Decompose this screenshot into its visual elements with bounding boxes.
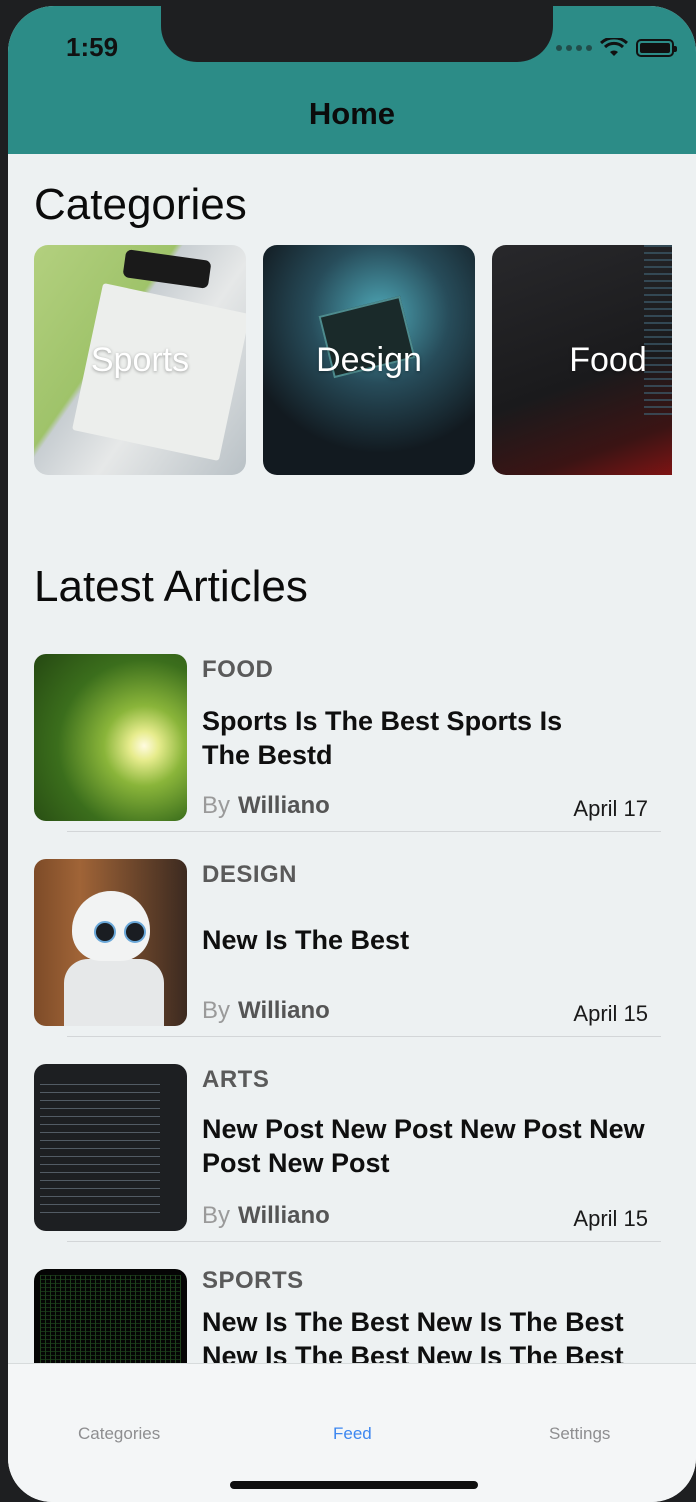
home-indicator [230,1481,478,1489]
article-date: April 17 [573,796,648,821]
category-label: Design [316,341,422,379]
article-row[interactable]: FOOD Sports Is The Best Sports Is The Be… [34,654,674,858]
latest-articles-heading: Latest Articles [34,562,308,611]
article-title-line: New Is The Best New Is The Best [202,1341,624,1363]
article-author[interactable]: Williano [238,1202,330,1229]
article-title-line: Post New Post [202,1148,390,1178]
article-row[interactable]: ARTS New Post New Post New Post New Post… [34,1064,674,1268]
article-author[interactable]: Williano [238,792,330,819]
robot-eye [94,921,116,943]
article-author[interactable]: Williano [238,997,330,1024]
article-category: DESIGN [202,861,298,888]
category-card-sports[interactable]: Sports [34,245,246,475]
category-label: Sports [90,341,190,379]
tab-categories[interactable]: Categories [78,1424,160,1444]
article-title: New Is The Best [202,923,672,957]
page-title: Home [308,96,396,131]
article-byline: By Williano [202,997,330,1025]
status-time: 1:59 [66,32,119,62]
divider [67,831,661,832]
article-title: New Post New Post New Post New Post New … [202,1112,672,1180]
article-title-line: Sports Is The Best Sports Is [202,706,563,736]
article-title-line: The Bestd [202,740,333,770]
sunglasses-image [122,249,212,289]
article-category: SPORTS [202,1267,304,1294]
articles-list[interactable]: FOOD Sports Is The Best Sports Is The Be… [34,654,674,1363]
article-thumbnail [34,1269,187,1363]
article-byline: By Williano [202,792,330,820]
battery-icon [636,39,677,57]
signal-icon [556,45,592,51]
laptop-code-image [644,245,672,415]
article-title-line: New Post New Post New Post New [202,1114,645,1144]
article-date: April 15 [573,1001,648,1026]
category-card-design[interactable]: Design [263,245,475,475]
article-date: April 15 [573,1206,648,1231]
tab-settings[interactable]: Settings [549,1424,610,1444]
status-icons [556,36,677,60]
robot-image [64,959,164,1026]
category-card-food[interactable]: Food [492,245,672,475]
divider [67,1241,661,1242]
by-label: By [202,792,231,819]
article-thumbnail [34,859,187,1026]
phone-screen: 1:59 Home Categories Sports Design Food [8,6,696,1502]
article-title-line: New Is The Best New Is The Best [202,1307,624,1337]
article-title-line: New Is The Best [202,925,410,955]
article-thumbnail [34,1064,187,1231]
article-row[interactable]: SPORTS New Is The Best New Is The Best N… [34,1267,674,1363]
article-byline: By Williano [202,1202,330,1230]
device-notch [161,6,553,62]
categories-carousel[interactable]: Sports Design Food [34,245,672,475]
by-label: By [202,1202,231,1229]
article-category: ARTS [202,1066,270,1093]
wifi-icon [600,38,628,56]
robot-eye [124,921,146,943]
by-label: By [202,997,231,1024]
article-row[interactable]: DESIGN New Is The Best By Williano April … [34,859,674,1063]
app-header: 1:59 Home [8,6,696,154]
article-title: Sports Is The Best Sports Is The Bestd [202,704,672,772]
article-title: New Is The Best New Is The Best New Is T… [202,1305,672,1363]
article-thumbnail [34,654,187,821]
tab-feed[interactable]: Feed [333,1424,372,1444]
divider [67,1036,661,1037]
article-category: FOOD [202,656,274,683]
categories-heading: Categories [34,180,247,229]
category-label: Food [569,341,647,379]
